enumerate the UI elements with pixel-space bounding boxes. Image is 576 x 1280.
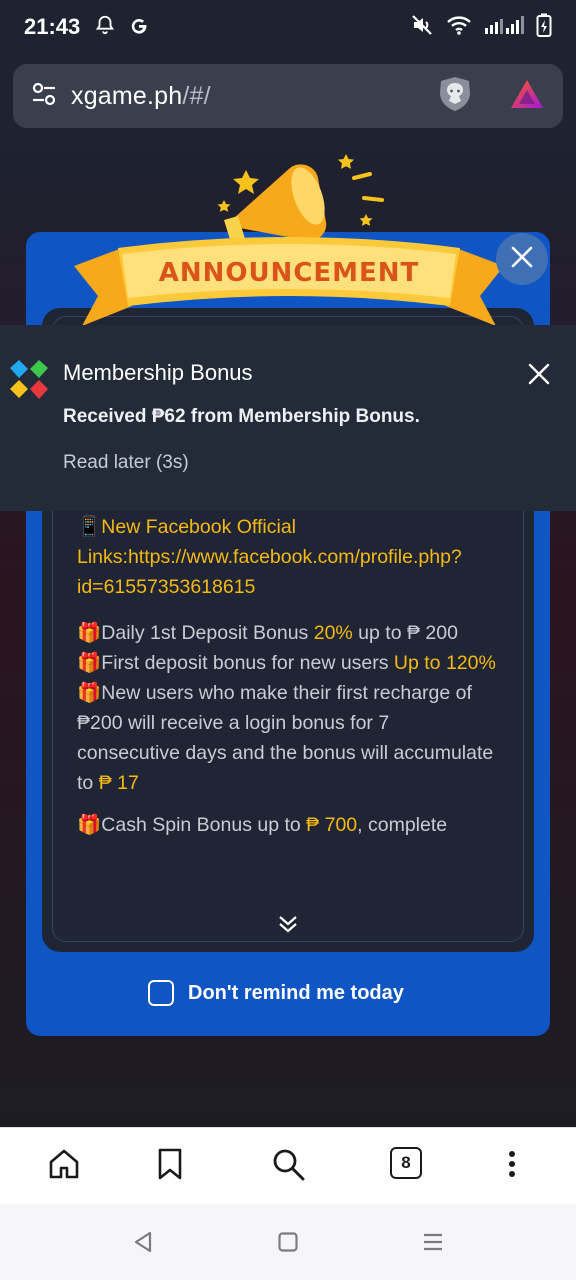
bell-icon: [94, 14, 116, 41]
url-path: /#/: [182, 81, 211, 110]
announcement-banner: ANNOUNCEMENT: [74, 148, 504, 326]
facebook-links-text: 📱New Facebook Official Links:https://www…: [77, 516, 462, 598]
search-icon[interactable]: [270, 1146, 306, 1187]
more-icon[interactable]: [500, 1146, 524, 1187]
announcement-content: 📱New Facebook Official Links:https://www…: [77, 512, 497, 902]
recents-icon[interactable]: [421, 1230, 445, 1259]
dont-remind-label[interactable]: Don't remind me today: [188, 982, 404, 1005]
signal-icon: [484, 14, 524, 41]
banner-title: ANNOUNCEMENT: [159, 258, 420, 288]
address-bar[interactable]: xgame.ph/#/: [13, 64, 563, 128]
google-icon: [128, 14, 150, 41]
mute-icon: [410, 13, 434, 42]
cash-spin-text: 🎁Cash Spin Bonus up to ₱ 700, complete: [77, 814, 448, 836]
status-bar: 21:43: [0, 0, 576, 54]
dont-remind-row[interactable]: Don't remind me today: [148, 980, 404, 1006]
login-bonus-text: 🎁New users who make their first recharge…: [77, 682, 494, 794]
notification-body: Received ₱62 from Membership Bonus.: [63, 406, 420, 427]
scroll-down-icon[interactable]: [276, 912, 300, 941]
brave-rewards-icon[interactable]: [509, 78, 545, 115]
site-settings-icon[interactable]: [31, 81, 57, 112]
wifi-icon: [446, 14, 472, 41]
home-icon[interactable]: [46, 1146, 82, 1187]
app-logo-icon: [8, 358, 50, 407]
battery-icon: [536, 13, 552, 42]
daily-bonus-text: 🎁Daily 1st Deposit Bonus 20% up to ₱ 200: [77, 622, 458, 644]
url-domain: xgame.ph: [71, 81, 183, 110]
browser-toolbar: xgame.ph/#/: [0, 54, 576, 140]
back-icon[interactable]: [132, 1230, 154, 1259]
tab-count[interactable]: 8: [390, 1147, 422, 1179]
brave-shields-icon[interactable]: [437, 75, 473, 118]
bookmark-icon[interactable]: [154, 1146, 186, 1187]
notification-close-icon[interactable]: [526, 361, 552, 392]
home-button-icon[interactable]: [277, 1230, 299, 1259]
system-nav-bar: [0, 1204, 576, 1280]
close-icon: [510, 245, 534, 274]
bonus-list: 🎁Daily 1st Deposit Bonus 20% up to ₱ 200…: [77, 618, 497, 798]
dont-remind-checkbox[interactable]: [148, 980, 174, 1006]
notification-banner[interactable]: Membership Bonus Received ₱62 from Membe…: [0, 325, 576, 511]
url-text[interactable]: xgame.ph/#/: [71, 82, 211, 111]
tabs-button[interactable]: 8: [390, 1147, 422, 1179]
notification-title: Membership Bonus: [63, 360, 253, 385]
read-later-button[interactable]: Read later (3s): [63, 452, 189, 474]
first-deposit-text: 🎁First deposit bonus for new users Up to…: [77, 652, 496, 674]
modal-close-button[interactable]: [496, 233, 548, 285]
status-time: 21:43: [24, 14, 81, 39]
browser-bottom-nav: 8: [0, 1127, 576, 1204]
